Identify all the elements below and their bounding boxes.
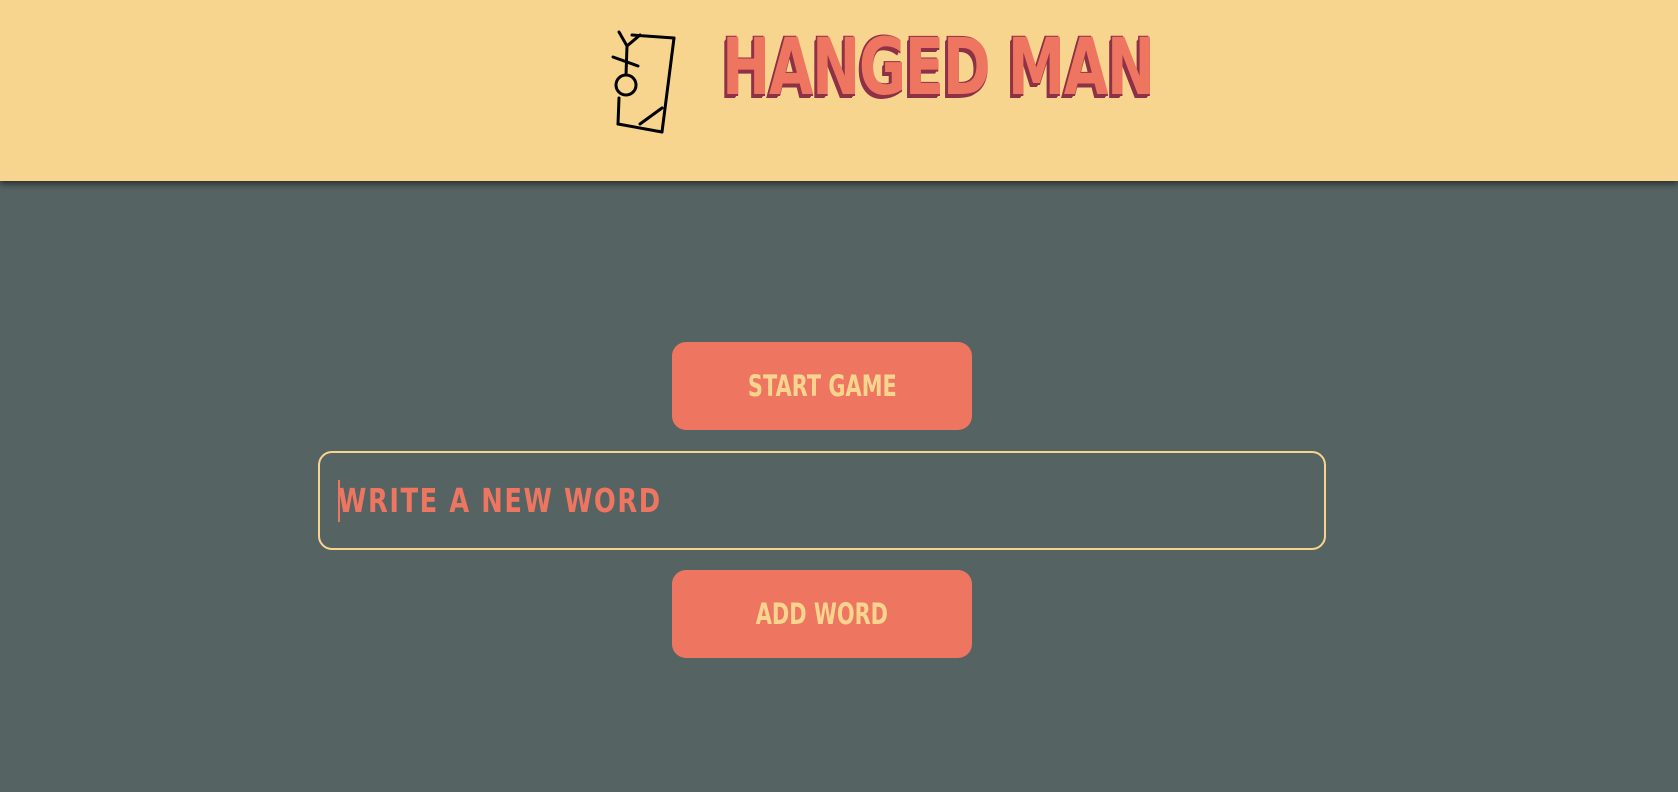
new-word-placeholder: WRITE A NEW WORD bbox=[338, 481, 662, 520]
add-word-button[interactable]: ADD WORD bbox=[672, 570, 972, 658]
main-area: START GAME WRITE A NEW WORD ADD WORD bbox=[0, 181, 1678, 792]
page-title: HANGED MAN bbox=[722, 23, 1155, 113]
hanged-man-gallows-icon bbox=[611, 30, 676, 134]
header: HANGED MAN bbox=[0, 0, 1678, 181]
start-game-label: START GAME bbox=[747, 369, 897, 403]
add-word-label: ADD WORD bbox=[755, 597, 889, 631]
start-game-button[interactable]: START GAME bbox=[672, 342, 972, 430]
new-word-input[interactable]: WRITE A NEW WORD bbox=[318, 451, 1326, 550]
